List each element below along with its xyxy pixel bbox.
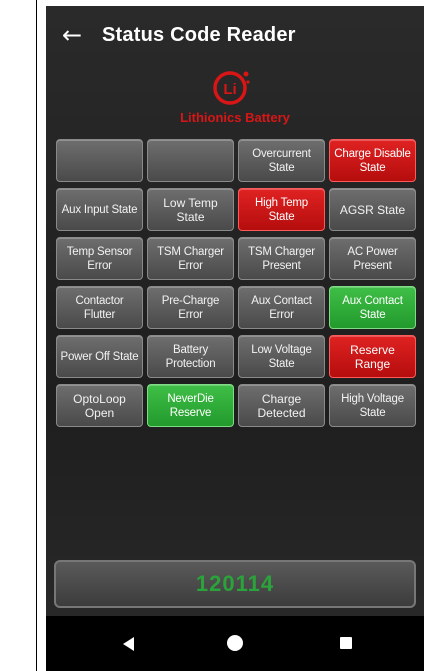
status-cell[interactable]: OptoLoop Open — [56, 384, 143, 427]
status-cell[interactable]: TSM Charger Present — [238, 237, 325, 280]
status-code-display: 120114 — [54, 560, 416, 608]
status-cell[interactable]: Aux Input State — [56, 188, 143, 231]
nav-back-button[interactable] — [99, 616, 159, 671]
svg-text:Li: Li — [223, 81, 236, 98]
nav-recents-button[interactable] — [316, 616, 376, 671]
status-cell[interactable]: Charge Disable State — [329, 139, 416, 182]
status-cell[interactable]: Temp Sensor Error — [56, 237, 143, 280]
status-cell[interactable]: Aux Contact State — [329, 286, 416, 329]
status-cell[interactable]: High Temp State — [238, 188, 325, 231]
status-cell[interactable]: Power Off State — [56, 335, 143, 378]
status-cell[interactable]: Aux Contact Error — [238, 286, 325, 329]
status-cell[interactable]: Pre-Charge Error — [147, 286, 234, 329]
status-cell[interactable]: Contactor Flutter — [56, 286, 143, 329]
status-cell[interactable] — [147, 139, 234, 182]
status-cell[interactable]: Reserve Range — [329, 335, 416, 378]
page-left-rule — [36, 0, 37, 671]
status-cell[interactable]: Low Temp State — [147, 188, 234, 231]
status-cell[interactable]: Battery Protection — [147, 335, 234, 378]
status-cell[interactable]: AGSR State — [329, 188, 416, 231]
app-bar: ← Status Code Reader — [46, 6, 424, 64]
status-cell[interactable] — [56, 139, 143, 182]
status-cell[interactable]: Overcurrent State — [238, 139, 325, 182]
system-nav-bar — [46, 616, 424, 671]
phone-screen: ← Status Code Reader Li Lithionics Batte… — [46, 6, 424, 671]
li-logo-icon: Li — [213, 71, 250, 105]
status-grid: Overcurrent State Charge Disable State Aux… — [56, 139, 418, 427]
lithionics-logo: Li Lithionics Battery — [46, 64, 424, 128]
status-cell[interactable]: Charge Detected — [238, 384, 325, 427]
nav-recents-square-icon — [340, 637, 352, 649]
status-cell[interactable]: High Voltage State — [329, 384, 416, 427]
status-cell[interactable]: AC Power Present — [329, 237, 416, 280]
back-button[interactable]: ← — [52, 15, 92, 55]
status-cell[interactable]: Low Voltage State — [238, 335, 325, 378]
nav-back-triangle-icon — [123, 637, 134, 651]
status-cell[interactable]: NeverDie Reserve — [147, 384, 234, 427]
nav-home-circle-icon — [227, 635, 243, 651]
page-title: Status Code Reader — [102, 23, 296, 46]
status-cell[interactable]: TSM Charger Error — [147, 237, 234, 280]
nav-home-button[interactable] — [205, 616, 265, 671]
status-code-value: 120114 — [195, 571, 275, 596]
brand-name: Lithionics Battery — [180, 110, 290, 125]
arrow-left-icon: ← — [61, 21, 83, 49]
